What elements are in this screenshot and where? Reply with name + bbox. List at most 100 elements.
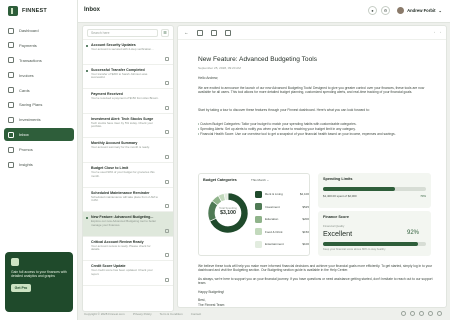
prev-icon[interactable]: ‹ [434, 30, 435, 34]
sidebar-item-label: Dashboard [19, 28, 39, 33]
pager: ‹ › [434, 30, 441, 34]
trash-icon[interactable] [165, 56, 169, 61]
list-item[interactable]: Payment Received You've received a paymen… [83, 89, 173, 114]
finance-score-card: Finance Score Financial Quality Excellen… [318, 211, 431, 256]
trash-icon[interactable] [165, 154, 169, 159]
list-item[interactable]: Monthly Account Summary Your account summ… [83, 138, 173, 163]
archive-icon[interactable] [196, 29, 203, 36]
instagram-icon[interactable] [419, 311, 424, 316]
legend-value: $525 [302, 204, 309, 209]
legend-name: Education [265, 217, 279, 222]
facebook-icon[interactable] [401, 311, 406, 316]
chevron-down-icon: ⌄ [438, 8, 442, 13]
donut-center: Total Spending $3,100 [205, 207, 251, 216]
bullets-intro: Start by taking a tour to discover these… [198, 108, 370, 112]
analytics-icon [11, 258, 19, 266]
logo[interactable]: FINNEST [8, 6, 47, 16]
filter-icon[interactable]: ☰ [161, 28, 169, 37]
score-progress [323, 242, 426, 246]
footer-link[interactable]: Privacy Policy [133, 312, 152, 316]
trash-icon[interactable] [165, 253, 169, 258]
legend-name: Food & Drink [265, 229, 283, 234]
feature-item: Financial Health Score: Use our overview… [198, 132, 433, 137]
sidebar-item-payments[interactable]: Payments [4, 39, 74, 52]
score-label: Financial Quality [323, 224, 345, 228]
message-subject: New Feature: Advanced Budgeting Tools [198, 56, 318, 63]
message-list: Search here ☰ Account Security Updates Yo… [82, 25, 174, 312]
back-arrow-icon[interactable]: ← [184, 30, 189, 35]
budget-legend: Rent & Living $2,100 Investment $525 Educati… [255, 188, 309, 251]
sidebar-item-label: Insights [19, 162, 33, 168]
list-item[interactable]: Budget Close to Limit You've used 90% of … [83, 163, 173, 188]
search-input[interactable]: Search here [87, 28, 158, 37]
message-snippet: Your account is secured with 2-step veri… [91, 47, 154, 51]
list-item[interactable]: Account Security Updates Your account is … [83, 40, 173, 65]
more-icon[interactable] [224, 29, 231, 36]
trash-icon[interactable] [165, 81, 169, 86]
sidebar-item-label: Cards [19, 87, 30, 93]
legend-row: Food & Drink $150 [255, 226, 309, 239]
footer-link[interactable]: Contact [191, 312, 201, 316]
next-icon[interactable]: › [440, 30, 441, 34]
list-item[interactable]: Investment Alert: Tech Stocks Surge Tech … [83, 114, 173, 139]
avatar[interactable] [397, 7, 404, 14]
linkedin-icon[interactable] [437, 311, 442, 316]
list-item[interactable]: Successful Transfer Completed Your transf… [83, 65, 173, 90]
trash-icon[interactable] [165, 105, 169, 110]
sidebar-item-promos[interactable]: Promos [4, 143, 74, 156]
trash-icon[interactable] [165, 179, 169, 184]
sidebar-item-label: Invoices [19, 72, 34, 78]
sidebar-item-transactions[interactable]: Transactions [4, 54, 74, 67]
sign-team: The Finnest Team [198, 303, 225, 307]
trash-icon[interactable] [165, 130, 169, 135]
sidebar-item-invoices[interactable]: Invoices [4, 69, 74, 82]
get-pro-button[interactable]: Get Pro [11, 283, 31, 292]
sidebar-item-investments[interactable]: Investments [4, 113, 74, 126]
score-percent: 92% [406, 230, 419, 236]
legend-name: Rent & Living [265, 192, 283, 197]
sidebar-item-label: Inbox [19, 132, 29, 138]
card-icon [8, 42, 14, 49]
sidebar-item-label: Saving Plans [19, 102, 43, 108]
user-menu[interactable]: Andrew Forbit ⌄ [407, 8, 442, 13]
list-header: Search here ☰ [83, 26, 173, 40]
twitter-icon[interactable] [410, 311, 415, 316]
legend-row: Rent & Living $2,100 [255, 188, 309, 201]
signoff: Happy Budgeting! [198, 290, 225, 294]
legend-swatch [255, 228, 262, 236]
period-select[interactable]: This Month ⌄ [251, 178, 269, 182]
sidebar-item-inbox[interactable]: Inbox [4, 128, 74, 142]
logo-text: FINNEST [22, 8, 47, 14]
notification-icon[interactable]: ● [368, 6, 377, 15]
score-progress-fill [323, 242, 418, 246]
page-title: Inbox [84, 7, 100, 13]
list-item[interactable]: New Feature: Advanced Budgeting... Explor… [83, 212, 173, 237]
settings-icon[interactable]: ⚙ [381, 6, 390, 15]
sidebar-item-label: Transactions [19, 57, 42, 63]
trash-icon[interactable] [165, 228, 169, 233]
invoice-icon [8, 72, 14, 79]
limit-progress [323, 187, 426, 191]
message-detail: ← ‹ › New Feature: Advanced Budgeting To… [177, 25, 447, 308]
list-item[interactable]: Scheduled Maintenance Reminder Scheduled … [83, 188, 173, 213]
list-item[interactable]: Critical Account Review Ready Your accoun… [83, 237, 173, 262]
sidebar-item-dashboard[interactable]: Dashboard [4, 24, 74, 37]
legend-value: $100 [302, 242, 309, 247]
sidebar-item-insights[interactable]: Insights [4, 158, 74, 171]
message-snippet: Scheduled maintenance will take place fr… [91, 194, 159, 203]
swap-icon [8, 57, 14, 64]
delete-icon[interactable] [210, 29, 217, 36]
youtube-icon[interactable] [428, 311, 433, 316]
sidebar-item-saving-plans[interactable]: Saving Plans [4, 98, 74, 111]
sidebar: FINNEST Dashboard Payments Transactions Inv… [0, 0, 78, 320]
sidebar-item-cards[interactable]: Cards [4, 84, 74, 97]
promo-text: Gain full access to your finances with d… [11, 270, 67, 279]
score-title: Finance Score [323, 215, 349, 219]
greeting: Hello Andrew, [198, 76, 219, 80]
list-item[interactable]: Credit Score Update Your credit score has… [83, 261, 173, 286]
trash-icon[interactable] [165, 277, 169, 282]
budget-title: Budget Categories [203, 178, 237, 182]
legend-value: $200 [302, 217, 309, 222]
footer-link[interactable]: Term & Condition [160, 312, 183, 316]
trash-icon[interactable] [165, 204, 169, 209]
